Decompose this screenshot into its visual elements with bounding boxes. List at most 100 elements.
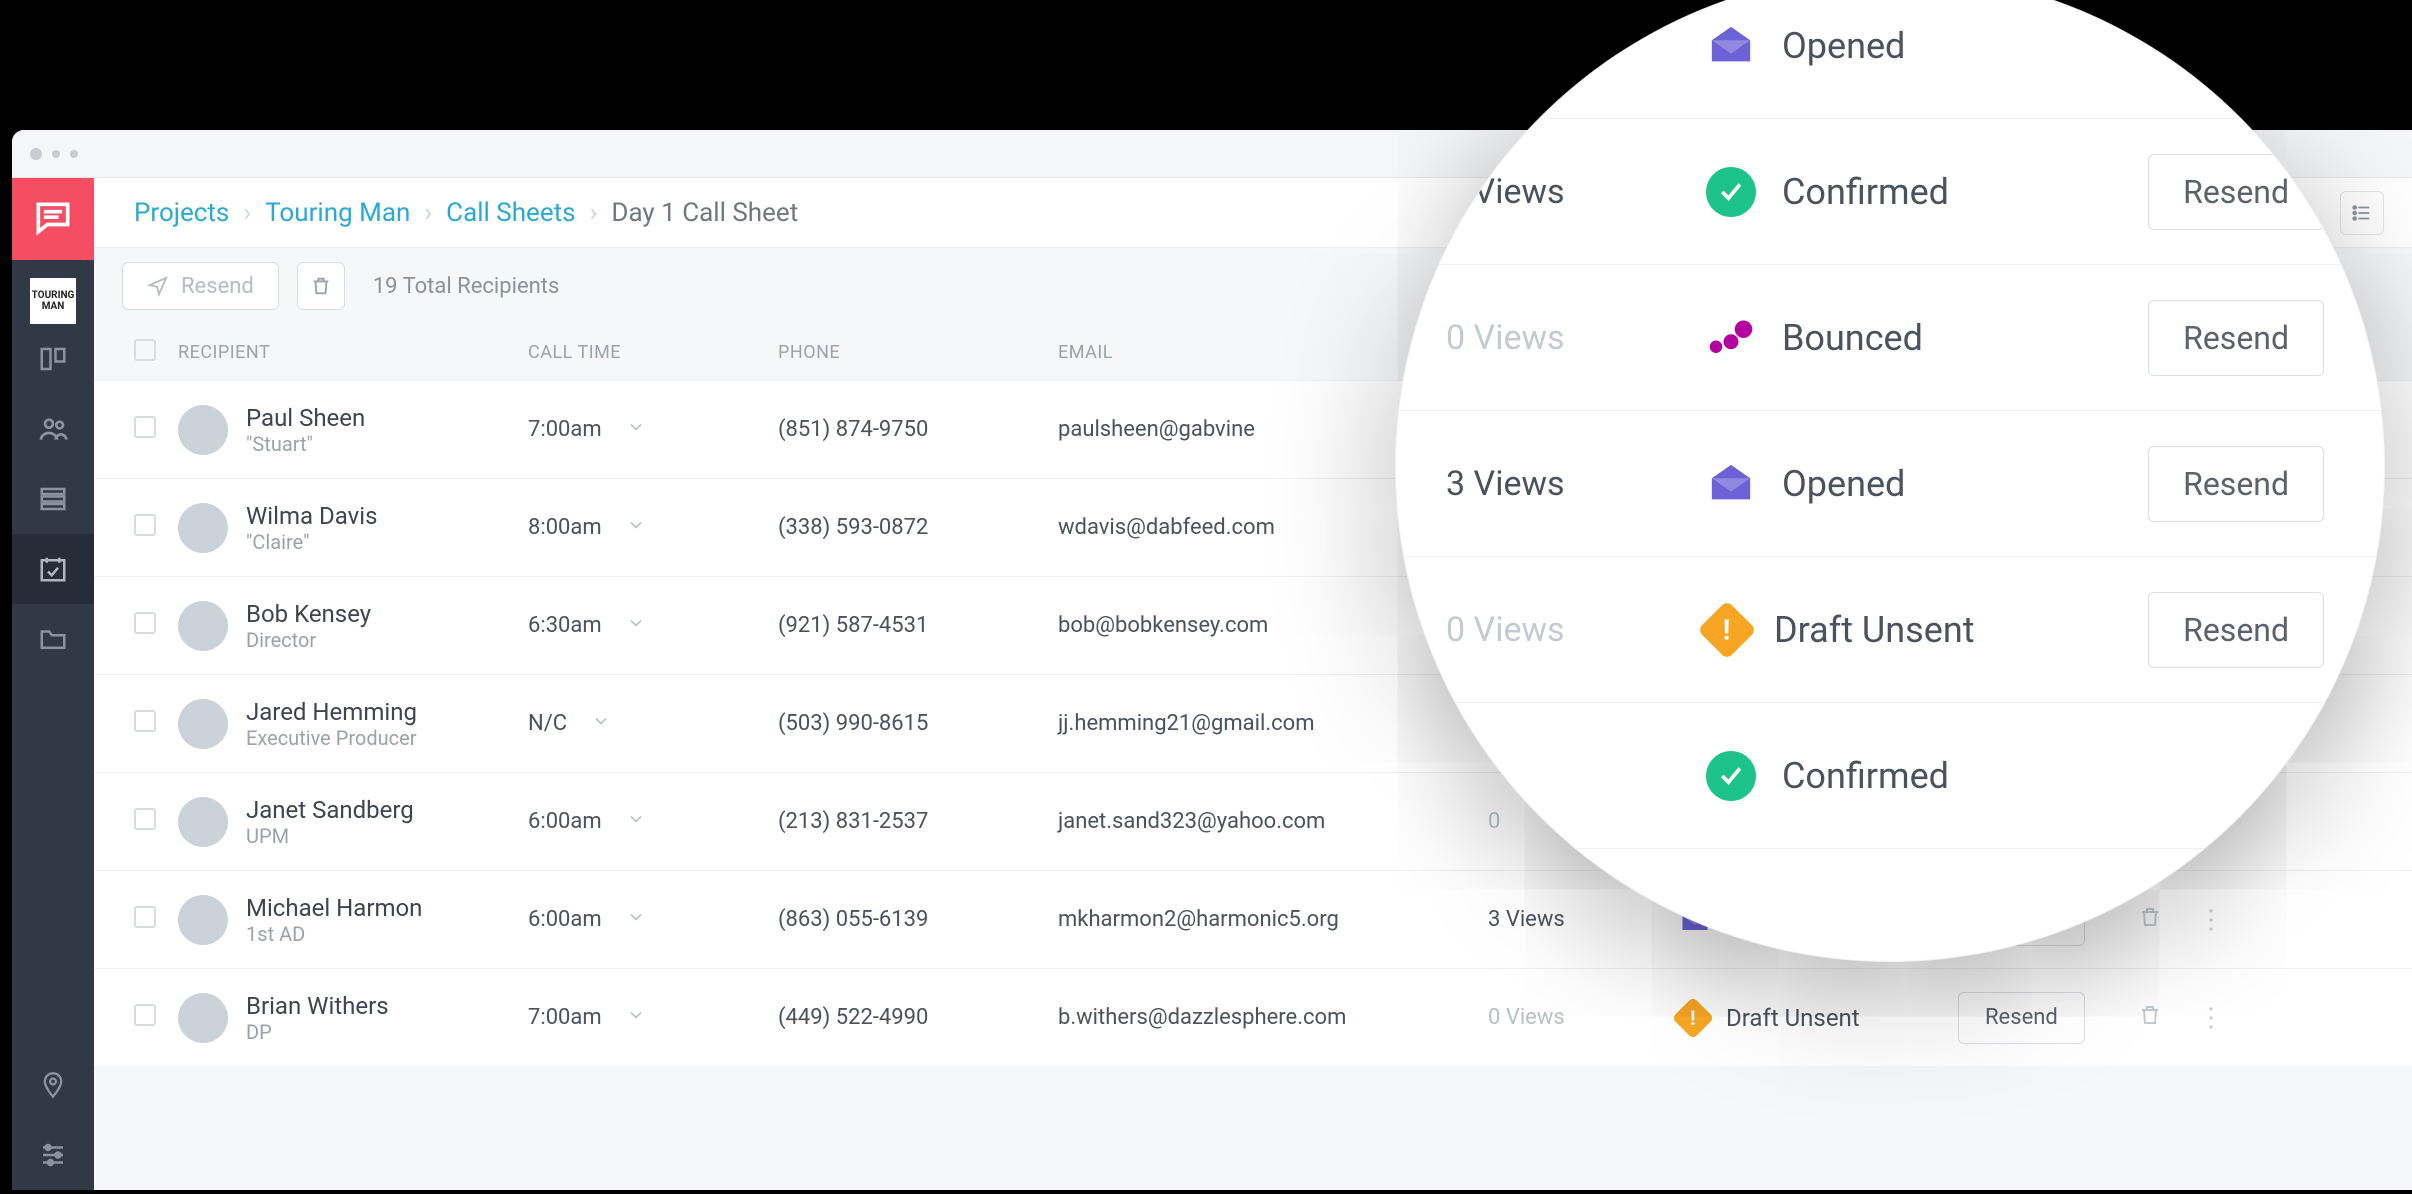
total-recipients-label: 19 Total Recipients (373, 274, 560, 299)
avatar (178, 699, 228, 749)
chevron-down-icon[interactable] (591, 711, 611, 737)
sidebar-item-board[interactable] (12, 324, 94, 394)
breadcrumb-current: Day 1 Call Sheet (611, 198, 798, 228)
status-label: Draft Unsent (1726, 1004, 1860, 1032)
status-label: Opened (1782, 463, 1905, 505)
recipient-name: Paul Sheen (246, 404, 365, 432)
app-logo[interactable] (12, 178, 94, 260)
bounced-icon (1706, 313, 1756, 363)
project-thumbnail-label: TOURING MAN (30, 290, 76, 312)
chevron-down-icon[interactable] (626, 613, 646, 639)
recipient-name: Janet Sandberg (246, 796, 414, 824)
status-label: Confirmed (1782, 755, 1949, 797)
window-dot (52, 150, 60, 158)
breadcrumb-section[interactable]: Call Sheets (446, 198, 575, 228)
row-resend-button[interactable]: Resend (2148, 592, 2324, 668)
column-header-phone[interactable]: PHONE (778, 342, 1058, 363)
row-checkbox[interactable] (134, 808, 156, 830)
zoom-lens-overlay: Opened 6 Views Confirmed Resend 0 Views … (1395, 0, 2385, 962)
recipient-role: "Stuart" (246, 432, 365, 456)
row-resend-button[interactable]: Resend (1958, 992, 2085, 1044)
folder-icon (38, 624, 68, 654)
phone-value: (863) 055-6139 (778, 907, 1058, 932)
row-checkbox[interactable] (134, 1004, 156, 1026)
opened-icon (1706, 21, 1756, 71)
project-thumbnail[interactable]: TOURING MAN (30, 278, 76, 324)
email-value: mkharmon2@harmonic5.org (1058, 907, 1488, 932)
zoom-row: 3 Views Opened Resend (1396, 411, 2384, 557)
breadcrumb-separator: › (424, 198, 432, 228)
row-resend-button[interactable]: Resend (2148, 300, 2324, 376)
window-dot (30, 148, 42, 160)
breadcrumb-project[interactable]: Touring Man (265, 198, 410, 228)
recipient-name: Jared Hemming (246, 698, 417, 726)
phone-value: (921) 587-4531 (778, 613, 1058, 638)
call-time-value: 6:00am (528, 809, 602, 834)
call-time-value: 8:00am (528, 515, 602, 540)
breadcrumb-separator: › (243, 198, 251, 228)
chevron-down-icon[interactable] (626, 417, 646, 443)
status-label: Draft Unsent (1774, 609, 1974, 651)
status-label: Confirmed (1782, 171, 1949, 213)
zoom-row: 0 Views Draft Unsent Resend (1396, 557, 2384, 703)
recipient-name: Wilma Davis (246, 502, 378, 530)
resend-button[interactable]: Resend (122, 262, 279, 310)
trash-icon[interactable] (2138, 910, 2162, 935)
breadcrumb-projects[interactable]: Projects (134, 198, 229, 228)
row-checkbox[interactable] (134, 416, 156, 438)
chevron-down-icon[interactable] (626, 1005, 646, 1031)
chevron-down-icon[interactable] (626, 515, 646, 541)
phone-value: (213) 831-2537 (778, 809, 1058, 834)
recipient-role: "Claire" (246, 530, 378, 554)
recipient-name: Michael Harmon (246, 894, 422, 922)
more-icon[interactable]: ⋮ (2198, 1003, 2226, 1033)
views-value: 0 Views (1446, 318, 1706, 358)
phone-value: (851) 874-9750 (778, 417, 1058, 442)
sidebar-item-settings[interactable] (12, 1120, 94, 1190)
chevron-down-icon[interactable] (626, 907, 646, 933)
avatar (178, 405, 228, 455)
sidebar-item-lists[interactable] (12, 464, 94, 534)
column-header-calltime[interactable]: CALL TIME (528, 342, 778, 363)
column-header-recipient[interactable]: RECIPIENT (178, 342, 528, 363)
resend-button-label: Resend (181, 274, 254, 299)
row-checkbox[interactable] (134, 612, 156, 634)
recipient-role: 1st AD (246, 922, 422, 946)
avatar (178, 993, 228, 1043)
calendar-check-icon (38, 554, 68, 584)
recipient-role: DP (246, 1020, 389, 1044)
recipient-role: Executive Producer (246, 726, 417, 750)
row-checkbox[interactable] (134, 710, 156, 732)
window-dot (70, 150, 78, 158)
select-all-checkbox[interactable] (134, 339, 156, 361)
breadcrumb-separator: › (590, 198, 598, 228)
row-resend-button[interactable]: Resend (2148, 154, 2324, 230)
zoom-row: 0 Views Bounced Resend (1396, 265, 2384, 411)
send-icon (147, 275, 169, 297)
trash-icon (310, 275, 332, 297)
opened-icon (1706, 459, 1756, 509)
pin-icon (39, 1071, 67, 1099)
phone-value: (503) 990-8615 (778, 711, 1058, 736)
delete-button[interactable] (297, 262, 345, 310)
chat-icon (31, 197, 75, 241)
trash-icon[interactable] (2138, 1008, 2162, 1033)
row-checkbox[interactable] (134, 906, 156, 928)
avatar (178, 503, 228, 553)
sidebar-rail: TOURING MAN (12, 178, 94, 1190)
row-resend-button[interactable]: Resend (2148, 446, 2324, 522)
recipient-name: Bob Kensey (246, 600, 371, 628)
views-value: 0 Views (1446, 610, 1706, 650)
zoom-row: 6 Views Confirmed Resend (1396, 119, 2384, 265)
sidebar-item-files[interactable] (12, 604, 94, 674)
chevron-down-icon[interactable] (626, 809, 646, 835)
sidebar-item-location[interactable] (12, 1050, 94, 1120)
views-value: 3 Views (1488, 907, 1678, 932)
phone-value: (449) 522-4990 (778, 1005, 1058, 1030)
row-checkbox[interactable] (134, 514, 156, 536)
sidebar-item-callsheets[interactable] (12, 534, 94, 604)
more-icon[interactable]: ⋮ (2198, 905, 2226, 935)
sidebar-item-contacts[interactable] (12, 394, 94, 464)
table-row[interactable]: Brian Withers DP 7:00am (449) 522-4990 b… (94, 968, 2412, 1066)
phone-value: (338) 593-0872 (778, 515, 1058, 540)
